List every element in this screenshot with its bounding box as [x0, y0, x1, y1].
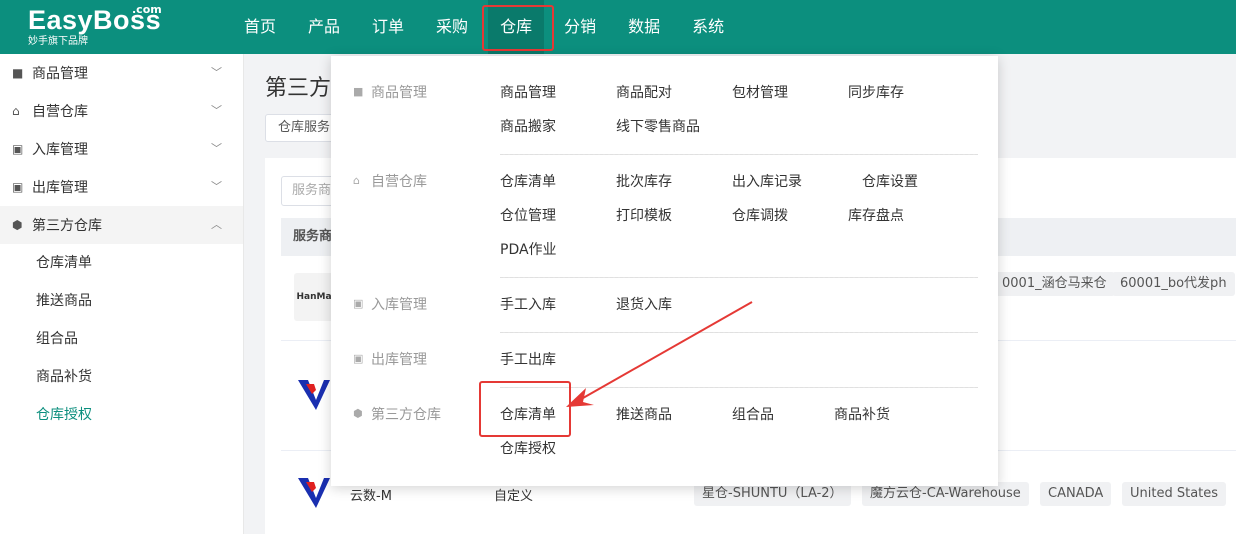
home-icon: ⌂	[12, 104, 20, 118]
outbound-icon: ▣	[12, 180, 24, 194]
shield-icon: ⬢	[353, 407, 363, 420]
menu-link-inout-records[interactable]: 出入库记录	[732, 171, 802, 191]
menu-category-label: 第三方仓库	[371, 407, 441, 423]
menu-link-return-inbound[interactable]: 退货入库	[616, 294, 672, 314]
menu-link-stocktake[interactable]: 库存盘点	[848, 205, 904, 225]
provider-name: 云数-M	[350, 489, 392, 504]
menu-link-pda[interactable]: PDA作业	[500, 239, 557, 259]
menu-divider	[500, 277, 978, 278]
warehouse-dropdown-menu: ■ 商品管理 商品管理 商品配对 包材管理 同步库存 商品搬家 线下零售商品 ⌂…	[331, 56, 998, 486]
menu-link-manual-inbound[interactable]: 手工入库	[500, 294, 556, 314]
warehouse-tag: United States	[1122, 482, 1227, 506]
menu-link-warehouse-list[interactable]: 仓库清单	[500, 171, 556, 191]
sidebar-group-product[interactable]: ■ 商品管理 ﹀	[0, 54, 243, 92]
outbound-icon: ▣	[353, 352, 364, 365]
menu-divider	[500, 332, 978, 333]
menu-category-third-party: ⬢ 第三方仓库	[353, 404, 441, 424]
menu-link-offline-retail[interactable]: 线下零售商品	[616, 116, 700, 136]
nav-data[interactable]: 数据	[616, 0, 672, 54]
brand-tagline: 妙手旗下品牌	[28, 36, 88, 47]
sidebar-item-warehouse-list[interactable]: 仓库清单	[0, 244, 243, 282]
brand-domain-suffix: .com	[132, 3, 162, 16]
menu-link-push-products[interactable]: 推送商品	[616, 404, 672, 424]
shield-icon: ⬢	[12, 218, 23, 232]
brand-logo[interactable]: EasyBoss .com 妙手旗下品牌	[28, 3, 162, 48]
sidebar-item-authorization[interactable]: 仓库授权	[0, 396, 243, 434]
provider-logo: HanMa	[294, 273, 334, 321]
sidebar-item-push-products[interactable]: 推送商品	[0, 282, 243, 320]
chevron-up-icon: ︿	[211, 218, 222, 231]
nav-orders[interactable]: 订单	[360, 0, 416, 54]
menu-link-product-migrate[interactable]: 商品搬家	[500, 116, 556, 136]
sidebar-group-label: 第三方仓库	[32, 218, 102, 234]
provider-logo	[298, 478, 330, 508]
warehouse-tag: CANADA	[1040, 482, 1112, 506]
sidebar-group-label: 出库管理	[32, 180, 88, 196]
sidebar-item-bundles[interactable]: 组合品	[0, 320, 243, 358]
menu-category-label: 商品管理	[371, 85, 427, 101]
menu-category-label: 自营仓库	[371, 174, 427, 190]
box-icon: ■	[353, 85, 364, 98]
sidebar-group-outbound[interactable]: ▣ 出库管理 ﹀	[0, 168, 243, 206]
sidebar-group-label: 商品管理	[32, 66, 88, 82]
chevron-down-icon: ﹀	[211, 180, 222, 193]
menu-link-packaging[interactable]: 包材管理	[732, 82, 788, 102]
sidebar-group-own-warehouse[interactable]: ⌂ 自营仓库 ﹀	[0, 92, 243, 130]
sidebar: ■ 商品管理 ﹀ ⌂ 自营仓库 ﹀ ▣ 入库管理 ﹀ ▣ 出库管理 ﹀ ⬢ 第三…	[0, 54, 244, 534]
nav-home[interactable]: 首页	[232, 0, 288, 54]
nav-products[interactable]: 产品	[296, 0, 352, 54]
sidebar-group-label: 自营仓库	[32, 104, 88, 120]
menu-category-product: ■ 商品管理	[353, 82, 427, 102]
inbound-icon: ▣	[12, 142, 24, 156]
sidebar-item-replenish[interactable]: 商品补货	[0, 358, 243, 396]
nav-highlight-box	[482, 5, 554, 51]
menu-link-warehouse-settings[interactable]: 仓库设置	[862, 171, 918, 191]
menu-divider	[500, 154, 978, 155]
menu-link-replenish[interactable]: 商品补货	[834, 404, 890, 424]
chevron-down-icon: ﹀	[211, 142, 222, 155]
menu-link-sync-stock[interactable]: 同步库存	[848, 82, 904, 102]
nav-system[interactable]: 系统	[680, 0, 736, 54]
inbound-icon: ▣	[353, 297, 364, 310]
sidebar-group-inbound[interactable]: ▣ 入库管理 ﹀	[0, 130, 243, 168]
menu-category-outbound: ▣ 出库管理	[353, 349, 427, 369]
chevron-down-icon: ﹀	[211, 66, 222, 79]
sidebar-group-label: 入库管理	[32, 142, 88, 158]
menu-link-manual-outbound[interactable]: 手工出库	[500, 349, 556, 369]
menu-item-highlight-box	[479, 381, 571, 437]
home-icon: ⌂	[353, 174, 360, 187]
menu-link-batch-stock[interactable]: 批次库存	[616, 171, 672, 191]
menu-category-own-warehouse: ⌂ 自营仓库	[353, 171, 427, 191]
menu-category-label: 入库管理	[371, 297, 427, 313]
box-icon: ■	[12, 66, 24, 80]
sidebar-group-third-party[interactable]: ⬢ 第三方仓库 ︿	[0, 206, 243, 244]
menu-link-bundles[interactable]: 组合品	[732, 404, 774, 424]
menu-link-transfer[interactable]: 仓库调拨	[732, 205, 788, 225]
warehouse-tag: 0001_涵仓马来仓	[994, 272, 1115, 296]
provider-type: 自定义	[494, 489, 534, 504]
menu-category-label: 出库管理	[371, 352, 427, 368]
menu-divider	[500, 387, 978, 388]
chevron-down-icon: ﹀	[211, 104, 222, 117]
provider-logo	[298, 380, 330, 410]
menu-link-product-manage[interactable]: 商品管理	[500, 82, 556, 102]
warehouse-tag: 60001_bo代发ph	[1112, 272, 1235, 296]
top-navbar: EasyBoss .com 妙手旗下品牌 首页 产品 订单 采购 仓库 分销 数…	[0, 0, 1236, 54]
nav-purchase[interactable]: 采购	[424, 0, 480, 54]
nav-distribution[interactable]: 分销	[552, 0, 608, 54]
menu-link-bin-manage[interactable]: 仓位管理	[500, 205, 556, 225]
menu-link-print-template[interactable]: 打印模板	[616, 205, 672, 225]
menu-link-authorization[interactable]: 仓库授权	[500, 438, 556, 458]
menu-category-inbound: ▣ 入库管理	[353, 294, 427, 314]
page-title: 第三方	[265, 76, 332, 101]
menu-link-product-pairing[interactable]: 商品配对	[616, 82, 672, 102]
